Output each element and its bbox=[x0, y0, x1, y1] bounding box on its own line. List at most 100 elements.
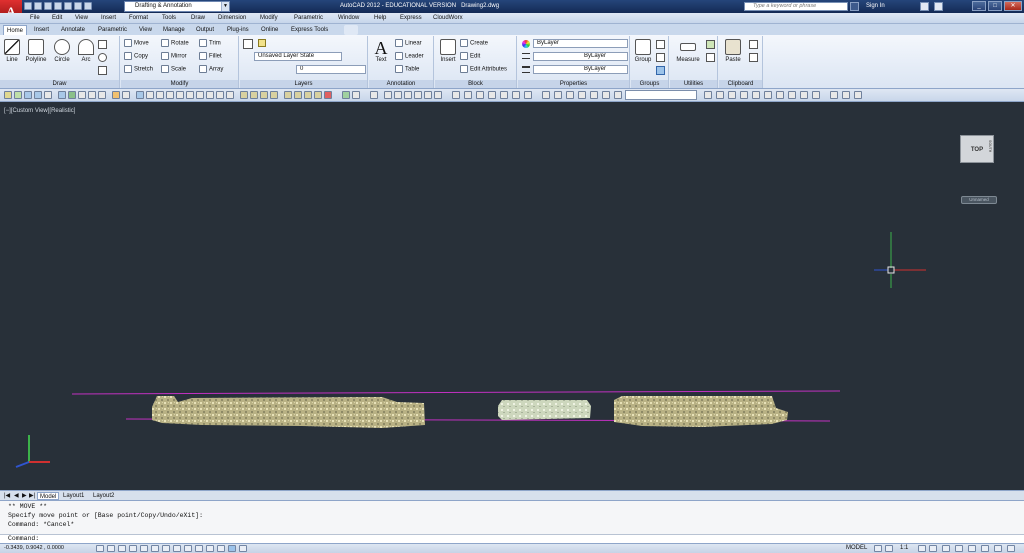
toolbar-icon[interactable] bbox=[24, 91, 32, 99]
layers-panel-title[interactable]: Layers bbox=[240, 80, 367, 88]
toolbar-icon[interactable] bbox=[166, 91, 174, 99]
quick-properties-icon[interactable] bbox=[228, 545, 236, 552]
toolbar-icon[interactable] bbox=[854, 91, 862, 99]
toolbar-icon[interactable] bbox=[434, 91, 442, 99]
new-icon[interactable] bbox=[24, 2, 32, 10]
menu-help[interactable]: Help bbox=[374, 15, 386, 21]
tab-layout1[interactable]: Layout1 bbox=[61, 492, 86, 500]
line-button[interactable]: Line bbox=[3, 39, 21, 63]
toolbar-icon[interactable] bbox=[206, 91, 214, 99]
infer-constraints-icon[interactable] bbox=[96, 545, 104, 552]
toolbar-icon[interactable] bbox=[136, 91, 144, 99]
rectangle-icon[interactable] bbox=[98, 40, 107, 49]
annotation-visibility-icon[interactable] bbox=[918, 545, 926, 552]
paste-button[interactable]: Paste bbox=[721, 39, 745, 63]
layer-state-select[interactable]: Unsaved Layer State bbox=[254, 52, 342, 61]
measure-button[interactable]: Measure bbox=[673, 39, 703, 63]
toolbar-icon[interactable] bbox=[4, 91, 12, 99]
next-layout-icon[interactable]: ▶ bbox=[22, 492, 27, 499]
ortho-mode-icon[interactable] bbox=[129, 545, 137, 552]
menu-view[interactable]: View bbox=[75, 15, 88, 21]
ungroup-icon[interactable] bbox=[656, 40, 665, 49]
viewcube[interactable]: TOP SOUTH bbox=[960, 135, 994, 163]
lightbulb-icon[interactable] bbox=[258, 39, 266, 47]
toolbar-icon[interactable] bbox=[112, 91, 120, 99]
group-edit-icon[interactable] bbox=[656, 53, 665, 62]
toolbar-icon[interactable] bbox=[614, 91, 622, 99]
grid-display-icon[interactable] bbox=[118, 545, 126, 552]
zoom-icon[interactable] bbox=[740, 91, 748, 99]
circle-button[interactable]: Circle bbox=[51, 39, 73, 63]
toolbar-icon[interactable] bbox=[542, 91, 550, 99]
toolbar-icon[interactable] bbox=[44, 91, 52, 99]
tab-plug-ins[interactable]: Plug-ins bbox=[224, 25, 252, 35]
isolate-objects-icon[interactable] bbox=[981, 545, 989, 552]
tab-home[interactable]: Home bbox=[3, 25, 28, 35]
toolbar-icon[interactable] bbox=[554, 91, 562, 99]
menu-format[interactable]: Format bbox=[129, 15, 148, 21]
toolbar-icon[interactable] bbox=[566, 91, 574, 99]
toolbar-icon[interactable] bbox=[270, 91, 278, 99]
scale-button[interactable]: Scale bbox=[161, 65, 186, 74]
polyline-button[interactable]: Polyline bbox=[23, 39, 49, 63]
menu-file[interactable]: File bbox=[30, 15, 40, 21]
search-icon[interactable] bbox=[850, 2, 859, 11]
mirror-button[interactable]: Mirror bbox=[161, 52, 187, 61]
menu-modify[interactable]: Modify bbox=[260, 15, 278, 21]
quick-calc-icon[interactable] bbox=[706, 40, 715, 49]
toolbar-icon[interactable] bbox=[830, 91, 838, 99]
3d-object-snap-icon[interactable] bbox=[162, 545, 170, 552]
lock-icon[interactable] bbox=[955, 545, 963, 552]
menu-draw[interactable]: Draw bbox=[191, 15, 205, 21]
toolbar-icon[interactable] bbox=[78, 91, 86, 99]
toolbar-icon[interactable] bbox=[58, 91, 66, 99]
workspace-switching-icon[interactable] bbox=[942, 545, 950, 552]
lineweight-toggle-icon[interactable] bbox=[206, 545, 214, 552]
toolbar-icon[interactable] bbox=[314, 91, 322, 99]
toolbar-icon[interactable] bbox=[342, 91, 350, 99]
workspace-selector[interactable]: Drafting & Annotation ▼ bbox=[124, 1, 230, 12]
toolbar-icon[interactable] bbox=[88, 91, 96, 99]
toolbar-icon[interactable] bbox=[146, 91, 154, 99]
array-button[interactable]: Array bbox=[199, 65, 223, 74]
snap-mode-icon[interactable] bbox=[107, 545, 115, 552]
region-icon[interactable] bbox=[98, 66, 107, 75]
utilities-panel-title[interactable]: Utilities bbox=[670, 80, 717, 88]
modify-panel-title[interactable]: Modify bbox=[121, 80, 238, 88]
toolbar-icon[interactable] bbox=[226, 91, 234, 99]
create-block-button[interactable]: Create bbox=[460, 39, 488, 48]
minimize-button[interactable]: _ bbox=[972, 1, 986, 11]
menu-edit[interactable]: Edit bbox=[52, 15, 62, 21]
tab-output[interactable]: Output bbox=[193, 25, 217, 35]
toolbar-icon[interactable] bbox=[284, 91, 292, 99]
text-button[interactable]: A Text bbox=[371, 39, 391, 63]
undo-icon[interactable] bbox=[74, 2, 82, 10]
tab-layout2[interactable]: Layout2 bbox=[91, 492, 116, 500]
zoom-icon[interactable] bbox=[752, 91, 760, 99]
zoom-icon[interactable] bbox=[788, 91, 796, 99]
toolbar-icon[interactable] bbox=[68, 91, 76, 99]
toolbar-icon[interactable] bbox=[352, 91, 360, 99]
toolbar-icon[interactable] bbox=[34, 91, 42, 99]
toolbar-icon[interactable] bbox=[476, 91, 484, 99]
linetype-select[interactable]: ByLayer bbox=[533, 52, 628, 61]
toolbar-icon[interactable] bbox=[394, 91, 402, 99]
hardware-acceleration-icon[interactable] bbox=[968, 545, 976, 552]
clipboard-panel-title[interactable]: Clipboard bbox=[719, 80, 762, 88]
selection-cycling-icon[interactable] bbox=[239, 545, 247, 552]
toolbar-icon[interactable] bbox=[216, 91, 224, 99]
zoom-icon[interactable] bbox=[716, 91, 724, 99]
edit-attributes-button[interactable]: Edit Attributes bbox=[460, 65, 507, 74]
menu-dimension[interactable]: Dimension bbox=[218, 15, 246, 21]
toolbar-icon[interactable] bbox=[842, 91, 850, 99]
tab-view[interactable]: View bbox=[136, 25, 155, 35]
menu-insert[interactable]: Insert bbox=[101, 15, 116, 21]
hatch-icon[interactable] bbox=[98, 53, 107, 62]
group-selection-icon[interactable] bbox=[656, 66, 665, 75]
ribbon-toggle-icon[interactable] bbox=[344, 25, 358, 35]
object-snap-icon[interactable] bbox=[151, 545, 159, 552]
toolbar-dropdown[interactable] bbox=[625, 90, 697, 100]
toolbar-icon[interactable] bbox=[590, 91, 598, 99]
toolbar-icon[interactable] bbox=[196, 91, 204, 99]
viewport-controls-label[interactable]: [−][Custom View][Realistic] bbox=[4, 108, 75, 114]
